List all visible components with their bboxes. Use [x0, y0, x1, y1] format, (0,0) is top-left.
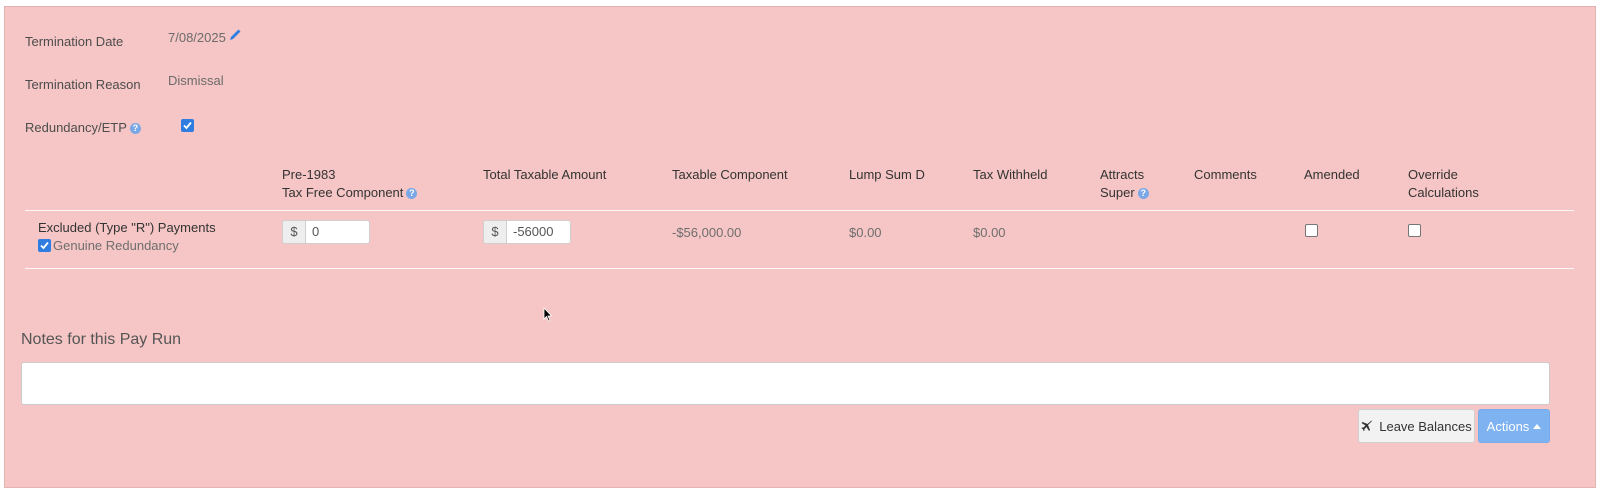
- header-pre1983-line2-wrap: Tax Free Component?: [282, 184, 418, 202]
- header-tax-withheld: Tax Withheld: [973, 167, 1048, 182]
- header-attracts-line2-wrap: Super?: [1100, 184, 1149, 202]
- total-taxable-input-group: $ -56000: [483, 220, 571, 244]
- question-circle-icon[interactable]: ?: [1137, 188, 1149, 199]
- termination-date-label: Termination Date: [25, 34, 124, 49]
- question-circle-icon[interactable]: ?: [406, 188, 418, 199]
- header-override-calculations: Override Calculations: [1408, 166, 1479, 202]
- airplane-icon: [1361, 420, 1373, 431]
- notes-heading: Notes for this Pay Run: [21, 331, 182, 348]
- header-attracts-super: Attracts Super?: [1100, 166, 1149, 202]
- genuine-redundancy-checkbox[interactable]: [38, 239, 51, 252]
- override-calculations-checkbox[interactable]: [1408, 224, 1421, 237]
- payment-type-label: Excluded (Type "R") Payments: [38, 220, 216, 235]
- header-comments: Comments: [1194, 167, 1257, 182]
- termination-reason-value: Dismissal: [168, 73, 224, 88]
- dollar-addon: $: [283, 221, 306, 243]
- total-taxable-input[interactable]: -56000: [507, 221, 570, 243]
- actions-button[interactable]: Actions: [1478, 409, 1550, 443]
- genuine-redundancy-label: Genuine Redundancy: [53, 238, 179, 253]
- caret-up-icon: [1533, 423, 1542, 429]
- lump-sum-d-value: $0.00: [849, 225, 882, 240]
- question-circle-icon[interactable]: ?: [129, 123, 141, 134]
- header-taxable-component: Taxable Component: [672, 167, 788, 182]
- header-pre1983-line2: Tax Free Component: [282, 185, 404, 200]
- header-pre1983-line1: Pre-1983: [282, 167, 336, 182]
- termination-date-value: 7/08/2025: [168, 30, 226, 45]
- header-lump-sum-d: Lump Sum D: [849, 167, 925, 182]
- taxable-component-value: -$56,000.00: [672, 225, 742, 240]
- pre1983-input[interactable]: 0: [306, 221, 369, 243]
- mouse-cursor-icon: [543, 307, 553, 322]
- table-row-divider: [25, 268, 1574, 269]
- header-override-line2: Calculations: [1408, 185, 1479, 200]
- header-pre1983: Pre-1983 Tax Free Component?: [282, 166, 418, 202]
- leave-balances-button[interactable]: Leave Balances: [1358, 409, 1475, 443]
- notes-textarea[interactable]: [21, 362, 1550, 405]
- dollar-addon: $: [484, 221, 507, 243]
- header-attracts-line2: Super: [1100, 185, 1135, 200]
- redundancy-etp-text: Redundancy/ETP: [25, 120, 127, 135]
- termination-reason-label: Termination Reason: [25, 77, 141, 92]
- redundancy-etp-label: Redundancy/ETP?: [25, 120, 141, 135]
- leave-balances-label: Leave Balances: [1379, 418, 1472, 434]
- pencil-icon[interactable]: [229, 28, 245, 44]
- actions-label: Actions: [1486, 418, 1530, 434]
- tax-withheld-value: $0.00: [973, 225, 1006, 240]
- header-amended: Amended: [1304, 167, 1360, 182]
- amended-checkbox[interactable]: [1305, 224, 1318, 237]
- table-header-divider: [25, 210, 1574, 211]
- redundancy-etp-checkbox[interactable]: [181, 119, 194, 132]
- pre1983-input-group: $ 0: [282, 220, 370, 244]
- header-attracts-line1: Attracts: [1100, 167, 1145, 182]
- termination-panel: Termination Date 7/08/2025 Termination R…: [4, 6, 1596, 488]
- header-total-taxable: Total Taxable Amount: [483, 167, 607, 182]
- header-override-line1: Override: [1408, 167, 1458, 182]
